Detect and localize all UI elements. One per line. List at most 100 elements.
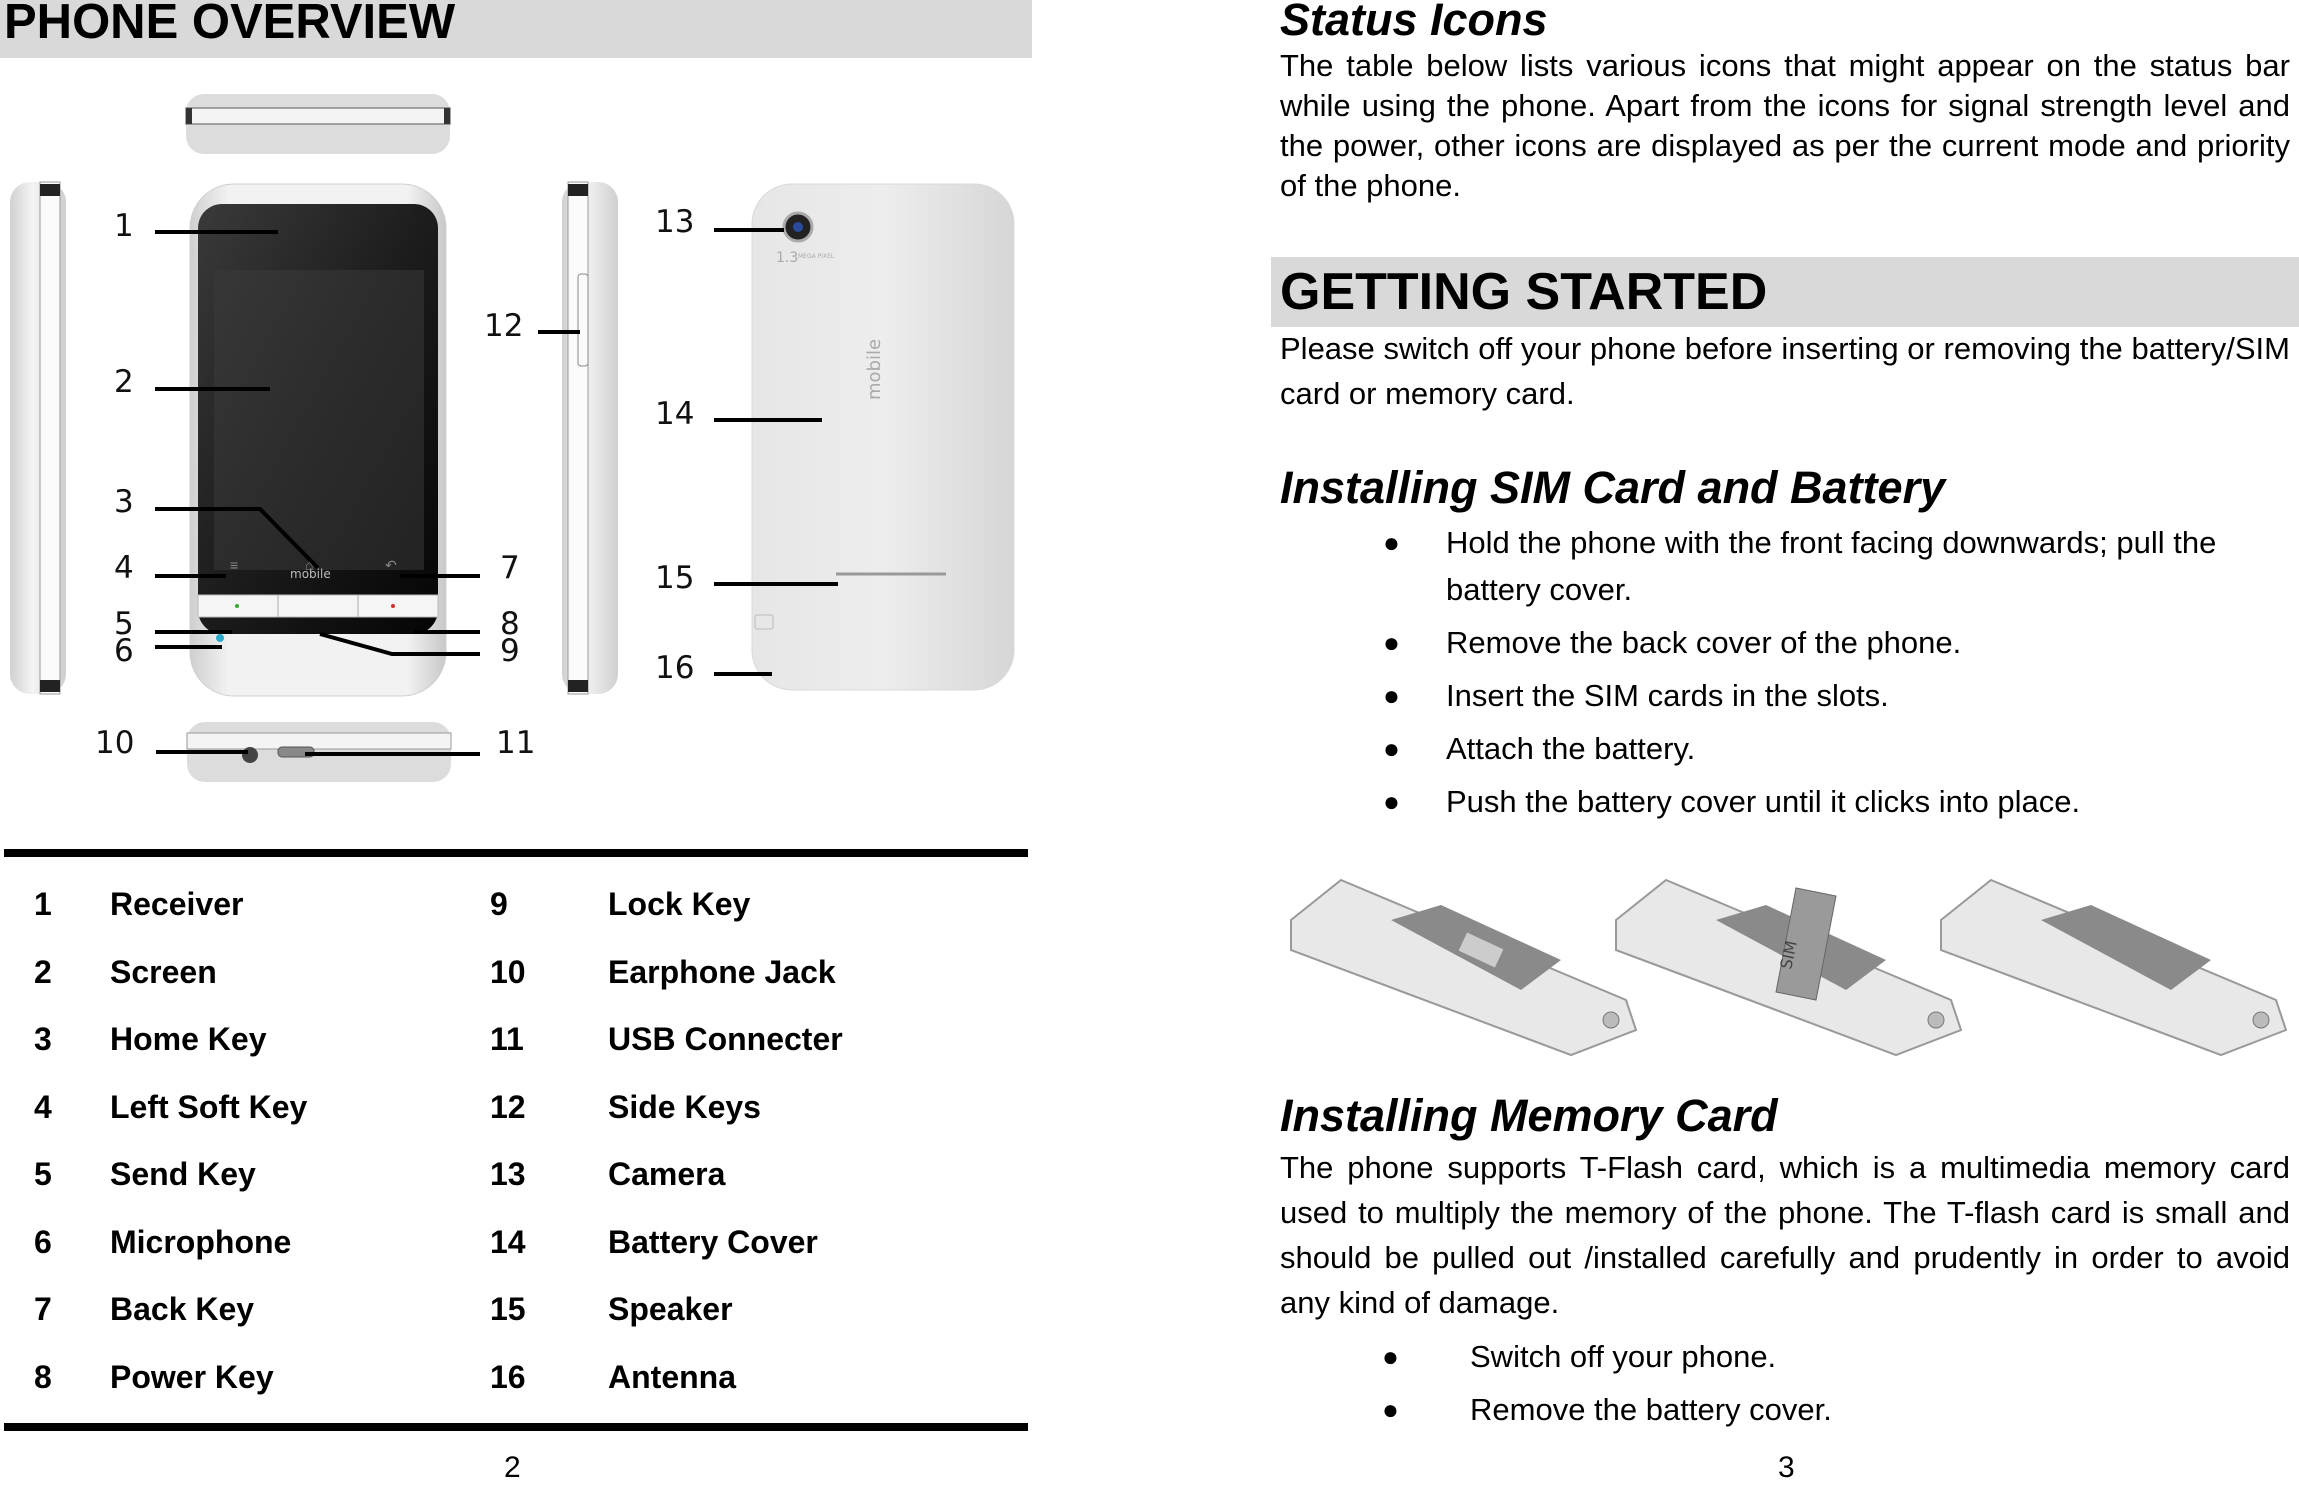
callout-12: 12	[484, 308, 524, 344]
part-name: Side Keys	[608, 1088, 761, 1125]
section-title-phone-overview: PHONE OVERVIEW	[0, 0, 1032, 58]
bullet-icon: ●	[1382, 1341, 1399, 1372]
table-row: 2 Screen 10 Earphone Jack	[4, 939, 1028, 1007]
callout-14: 14	[655, 396, 695, 432]
installing-memory-heading: Installing Memory Card	[1280, 1090, 1778, 1141]
list-item: ● Attach the battery.	[1383, 725, 2290, 772]
part-name: Earphone Jack	[608, 953, 836, 990]
list-item: ● Insert the SIM cards in the slots.	[1383, 672, 2290, 719]
bullet-icon: ●	[1383, 786, 1400, 817]
part-name: Left Soft Key	[110, 1088, 308, 1125]
part-number: 6	[34, 1223, 52, 1260]
callout-11: 11	[496, 725, 536, 761]
part-name: Send Key	[110, 1156, 256, 1193]
sim-steps-list: ● Hold the phone with the front facing do…	[1383, 519, 2290, 831]
part-name: Microphone	[110, 1223, 292, 1260]
part-number: 3	[34, 1021, 52, 1058]
section-title-getting-started: GETTING STARTED	[1271, 257, 2299, 327]
callout-9: 9	[500, 633, 520, 669]
part-number: 8	[34, 1358, 52, 1395]
step-text: Remove the battery cover.	[1470, 1392, 1832, 1427]
step-text: Push the battery cover until it clicks i…	[1446, 784, 2081, 819]
callout-7: 7	[500, 550, 520, 586]
getting-started-paragraph: Please switch off your phone before inse…	[1280, 331, 2290, 411]
table-row: 6 Microphone 14 Battery Cover	[4, 1209, 1028, 1277]
part-name: Receiver	[110, 886, 244, 923]
part-name: Antenna	[608, 1358, 736, 1395]
part-name: Home Key	[110, 1021, 267, 1058]
memory-steps-list: ● Switch off your phone. ● Remove the batt…	[1382, 1330, 2282, 1436]
earphone-jack	[242, 747, 258, 763]
phone-front-view: mobile ≡ ⌂ ↶	[189, 183, 447, 697]
svg-text:MEGA PIXEL: MEGA PIXEL	[798, 253, 835, 260]
part-number: 16	[490, 1358, 526, 1395]
phone-open-back-2: SIM	[1615, 878, 1963, 1057]
right-page: Status Icons The table below lists vario…	[1271, 0, 2299, 1497]
table-row: 3 Home Key 11 USB Connecter	[4, 1006, 1028, 1074]
bullet-icon: ●	[1383, 527, 1400, 558]
list-item: ● Hold the phone with the front facing do…	[1383, 519, 2290, 613]
list-item: ● Remove the back cover of the phone.	[1383, 619, 2290, 666]
back-key-icon: ↶	[385, 557, 397, 573]
part-name: Back Key	[110, 1291, 255, 1328]
part-number: 14	[490, 1223, 526, 1260]
part-name: Power Key	[110, 1358, 274, 1395]
sim-installation-figure: SIM	[1271, 860, 2299, 1060]
sim-install-illustration: SIM	[1290, 878, 2288, 1057]
menu-key-icon: ≡	[230, 557, 238, 573]
table-row: 1 Receiver 9 Lock Key	[4, 871, 1028, 939]
callout-2: 2	[114, 364, 134, 400]
part-name: Screen	[110, 953, 217, 990]
left-page: PHONE OVERVIEW mobile ≡ ⌂ ↶ 1.3 MEGA PIX…	[0, 0, 1032, 1497]
bullet-icon: ●	[1382, 1394, 1399, 1425]
status-icons-paragraph: The table below lists various icons that…	[1280, 48, 2290, 203]
installing-sim-heading: Installing SIM Card and Battery	[1280, 462, 1946, 513]
memory-card-paragraph: The phone supports T-Flash card, which i…	[1280, 1150, 2290, 1320]
part-number: 1	[34, 886, 52, 923]
table-row: 5 Send Key 13 Camera	[4, 1141, 1028, 1209]
callout-4: 4	[114, 550, 134, 586]
callout-6: 6	[114, 633, 134, 669]
part-number: 9	[490, 886, 508, 923]
part-number: 11	[490, 1021, 524, 1058]
part-name: Camera	[608, 1156, 726, 1193]
step-text: Remove the back cover of the phone.	[1446, 625, 1962, 660]
phone-right-side-view	[562, 181, 618, 695]
phone-back-view: 1.3 MEGA PIXEL mobile	[751, 183, 1015, 691]
phone-open-back-3	[1940, 878, 2288, 1057]
step-text: Switch off your phone.	[1470, 1339, 1777, 1374]
phone-left-side-view	[10, 181, 66, 695]
part-number: 5	[34, 1156, 52, 1193]
table-row: 8 Power Key 16 Antenna	[4, 1344, 1028, 1412]
step-text: Insert the SIM cards in the slots.	[1446, 678, 1889, 713]
part-number: 2	[34, 953, 52, 990]
phone-diagram: mobile ≡ ⌂ ↶ 1.3 MEGA PIXEL mobile	[10, 94, 1015, 782]
step-text: Hold the phone with the front facing dow…	[1446, 525, 2217, 607]
phone-top-view	[185, 94, 451, 154]
status-icons-heading: Status Icons	[1280, 0, 1548, 45]
table-row: 7 Back Key 15 Speaker	[4, 1276, 1028, 1344]
step-text: Attach the battery.	[1446, 731, 1696, 766]
list-item: ● Remove the battery cover.	[1382, 1383, 2282, 1436]
bullet-icon: ●	[1383, 627, 1400, 658]
part-name: USB Connecter	[608, 1021, 843, 1058]
list-item: ● Switch off your phone.	[1382, 1330, 2282, 1383]
part-name: Speaker	[608, 1291, 733, 1328]
part-number: 7	[34, 1291, 52, 1328]
list-item: ● Push the battery cover until it clicks …	[1383, 778, 2290, 825]
callout-1: 1	[114, 208, 134, 244]
callout-16: 16	[655, 650, 695, 686]
part-number: 4	[34, 1088, 52, 1125]
page-number: 3	[1778, 1451, 1795, 1484]
part-number: 15	[490, 1291, 526, 1328]
bullet-icon: ●	[1383, 680, 1400, 711]
parts-table: 1 Receiver 9 Lock Key 2 Screen 10 Earpho…	[4, 849, 1028, 1431]
part-number: 12	[490, 1088, 526, 1125]
back-brand-logo: mobile	[864, 339, 885, 400]
part-name: Battery Cover	[608, 1223, 818, 1260]
part-number: 13	[490, 1156, 526, 1193]
camera-megapixel-label: 1.3	[776, 250, 798, 266]
phone-overview-figure: mobile ≡ ⌂ ↶ 1.3 MEGA PIXEL mobile 1 2 3…	[0, 80, 1032, 800]
part-name: Lock Key	[608, 886, 751, 923]
phone-open-back-1	[1290, 878, 1638, 1057]
